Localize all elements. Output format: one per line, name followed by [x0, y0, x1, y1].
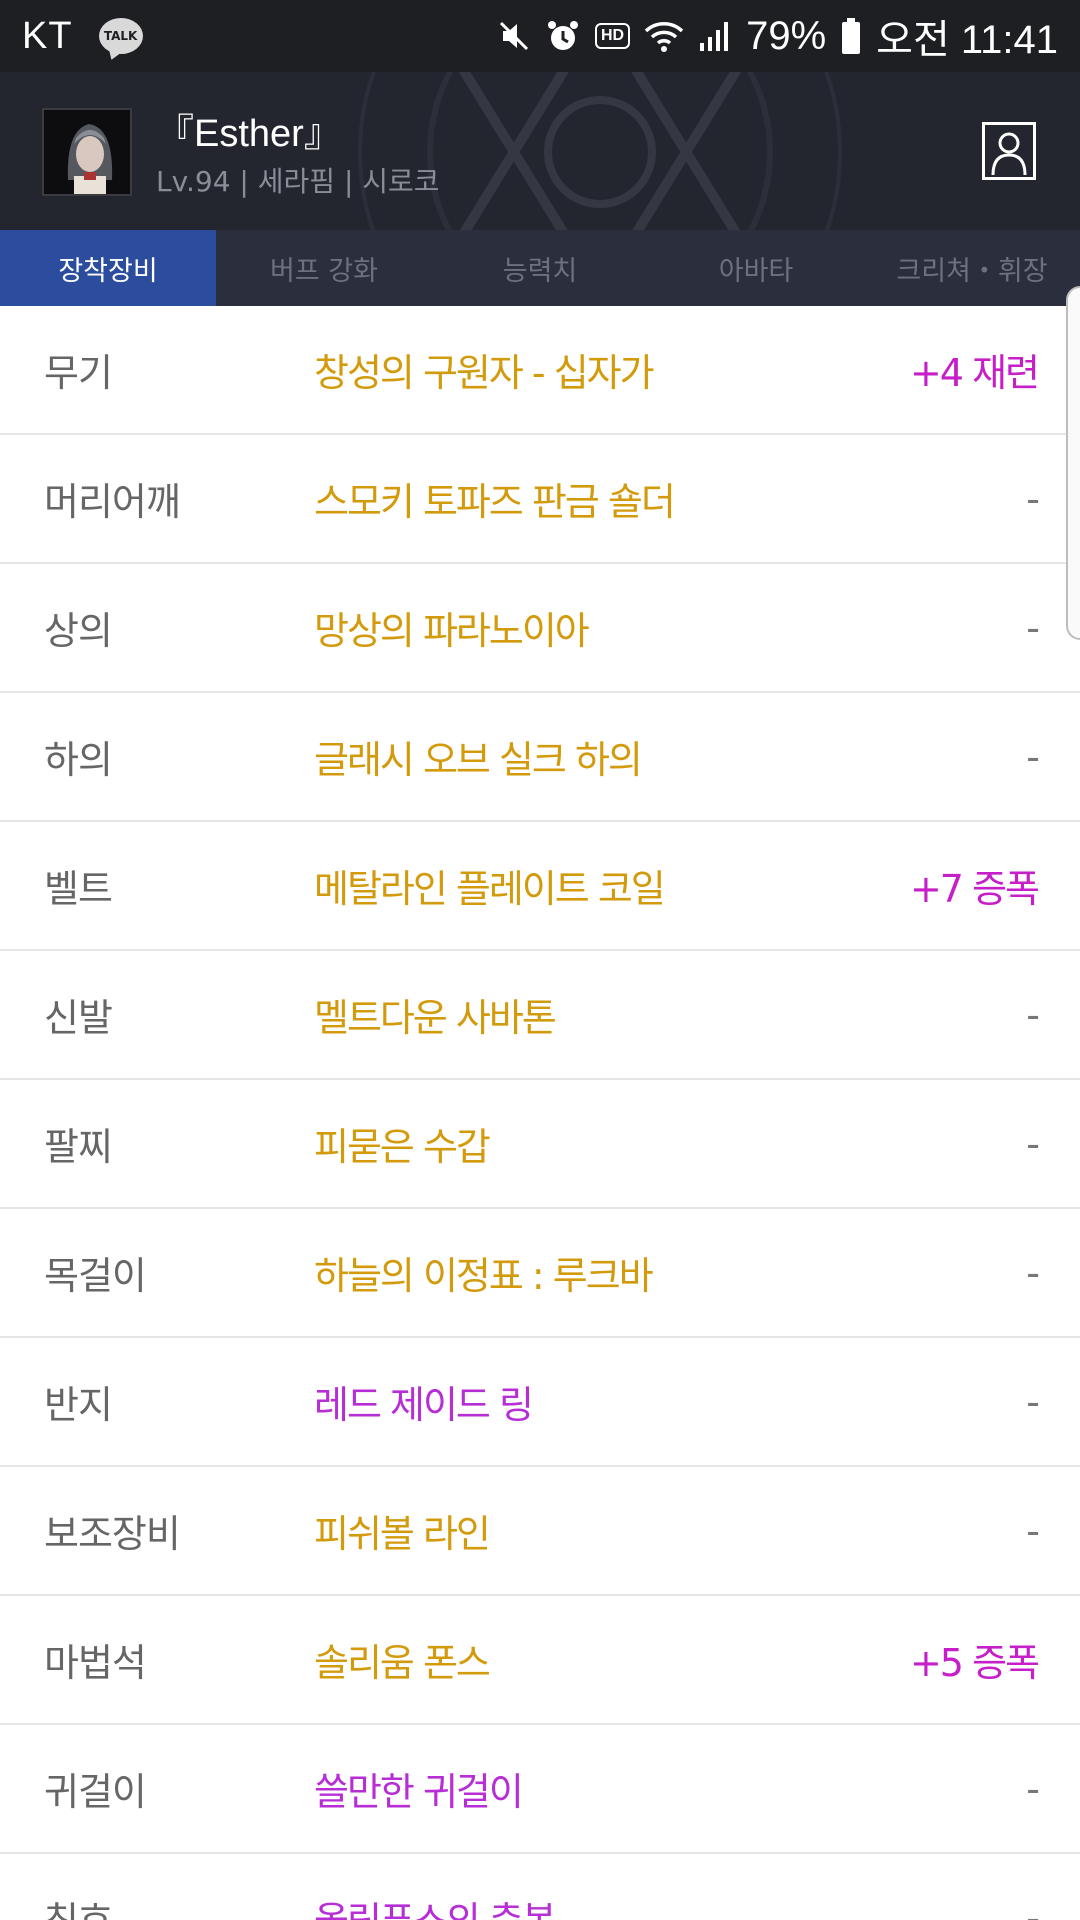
item-name: 솔리움 폰스 — [314, 1641, 491, 1685]
battery-icon — [840, 17, 862, 55]
carrier-label: KT — [22, 14, 73, 57]
kakaotalk-icon: TALK — [98, 18, 143, 54]
battery-percent: 79% — [746, 13, 827, 58]
equipment-row[interactable]: 칭호 올림푸스의 축복 - — [0, 1854, 1080, 1920]
item-name: 스모키 토파즈 판금 숄더 — [314, 480, 676, 524]
item-name: 하늘의 이정표 : 루크바 — [314, 1254, 654, 1298]
talk-badge-label: TALK — [103, 29, 138, 43]
item-name: 창성의 구원자 - 십자가 — [314, 351, 655, 395]
enhance-value: +7 증폭 — [909, 867, 1040, 911]
slot-label: 신발 — [44, 996, 113, 1040]
slot-label: 상의 — [44, 609, 113, 653]
equipment-row[interactable]: 하의 글래시 오브 실크 하의 - — [0, 693, 1080, 822]
tab-buff[interactable]: 버프 강화 — [216, 230, 432, 306]
status-right: HD 79% 오전 11:41 — [497, 7, 1058, 65]
profile-button[interactable] — [982, 122, 1036, 180]
item-name: 레드 제이드 링 — [314, 1383, 534, 1427]
enhance-value: - — [1026, 1766, 1040, 1811]
tab-creature-emblem[interactable]: 크리쳐・휘장 — [864, 230, 1080, 306]
enhance-value: +5 증폭 — [909, 1641, 1040, 1685]
enhance-value: - — [1026, 476, 1040, 521]
enhance-value: - — [1026, 992, 1040, 1037]
status-left: KT TALK — [22, 15, 143, 58]
enhance-value: - — [1026, 1508, 1040, 1553]
equipment-row[interactable]: 신발 멜트다운 사바톤 - — [0, 951, 1080, 1080]
item-name: 글래시 오브 실크 하의 — [314, 738, 643, 782]
item-name: 피묻은 수갑 — [314, 1125, 491, 1169]
slot-label: 반지 — [44, 1383, 113, 1427]
slot-label: 목걸이 — [44, 1254, 147, 1298]
slot-label: 무기 — [44, 351, 113, 395]
alarm-icon — [545, 18, 581, 54]
character-header: 『Esther』 Lv.94 | 세라핌 | 시로코 — [0, 72, 1080, 230]
item-name: 올림푸스의 축복 — [314, 1890, 557, 1920]
slot-label: 보조장비 — [44, 1512, 181, 1556]
enhance-value: +4 재련 — [909, 351, 1040, 395]
equipment-row[interactable]: 목걸이 하늘의 이정표 : 루크바 - — [0, 1209, 1080, 1338]
slot-label: 벨트 — [44, 867, 113, 911]
wifi-icon — [644, 19, 684, 53]
slot-label: 머리어깨 — [44, 480, 181, 524]
enhance-value: - — [1026, 1379, 1040, 1424]
item-name: 메탈라인 플레이트 코일 — [314, 867, 666, 911]
equipment-row[interactable]: 벨트 메탈라인 플레이트 코일 +7 증폭 — [0, 822, 1080, 951]
tab-avatar[interactable]: 아바타 — [648, 230, 864, 306]
equipment-row[interactable]: 팔찌 피묻은 수갑 - — [0, 1080, 1080, 1209]
item-name: 피쉬볼 라인 — [314, 1512, 491, 1556]
character-avatar[interactable] — [42, 108, 132, 196]
tab-equipment[interactable]: 장착장비 — [0, 230, 216, 306]
enhance-value: - — [1026, 1895, 1040, 1920]
slot-label: 칭호 — [44, 1890, 113, 1920]
slot-label: 팔찌 — [44, 1125, 113, 1169]
person-icon — [991, 132, 1027, 176]
side-panel-handle[interactable] — [1066, 286, 1080, 640]
signal-icon — [698, 19, 732, 53]
slot-label: 하의 — [44, 738, 113, 782]
enhance-value: - — [1026, 605, 1040, 650]
status-bar: KT TALK HD 79% 오전 11:41 — [0, 0, 1080, 72]
equipment-row[interactable]: 상의 망상의 파라노이아 - — [0, 564, 1080, 693]
hd-icon: HD — [594, 23, 631, 49]
equipment-row[interactable]: 머리어깨 스모키 토파즈 판금 숄더 - — [0, 435, 1080, 564]
item-name: 망상의 파라노이아 — [314, 609, 590, 653]
character-name: 『Esther』 — [156, 113, 342, 155]
equipment-row[interactable]: 반지 레드 제이드 링 - — [0, 1338, 1080, 1467]
enhance-value: - — [1026, 1121, 1040, 1166]
equipment-list: 무기 창성의 구원자 - 십자가 +4 재련 머리어깨 스모키 토파즈 판금 숄… — [0, 306, 1080, 1920]
enhance-value: - — [1026, 734, 1040, 779]
equipment-row[interactable]: 보조장비 피쉬볼 라인 - — [0, 1467, 1080, 1596]
equipment-row[interactable]: 귀걸이 쓸만한 귀걸이 - — [0, 1725, 1080, 1854]
mute-icon — [497, 19, 531, 53]
item-name: 쓸만한 귀걸이 — [314, 1770, 524, 1814]
tab-bar: 장착장비 버프 강화 능력치 아바타 크리쳐・휘장 — [0, 230, 1080, 306]
equipment-row[interactable]: 무기 창성의 구원자 - 십자가 +4 재련 — [0, 306, 1080, 435]
item-name: 멜트다운 사바톤 — [314, 996, 557, 1040]
tab-stats[interactable]: 능력치 — [432, 230, 648, 306]
slot-label: 귀걸이 — [44, 1770, 147, 1814]
enhance-value: - — [1026, 1250, 1040, 1295]
clock: 오전 11:41 — [876, 18, 1058, 62]
character-info: Lv.94 | 세라핌 | 시로코 — [156, 165, 440, 198]
slot-label: 마법석 — [44, 1641, 147, 1685]
equipment-row[interactable]: 마법석 솔리움 폰스 +5 증폭 — [0, 1596, 1080, 1725]
